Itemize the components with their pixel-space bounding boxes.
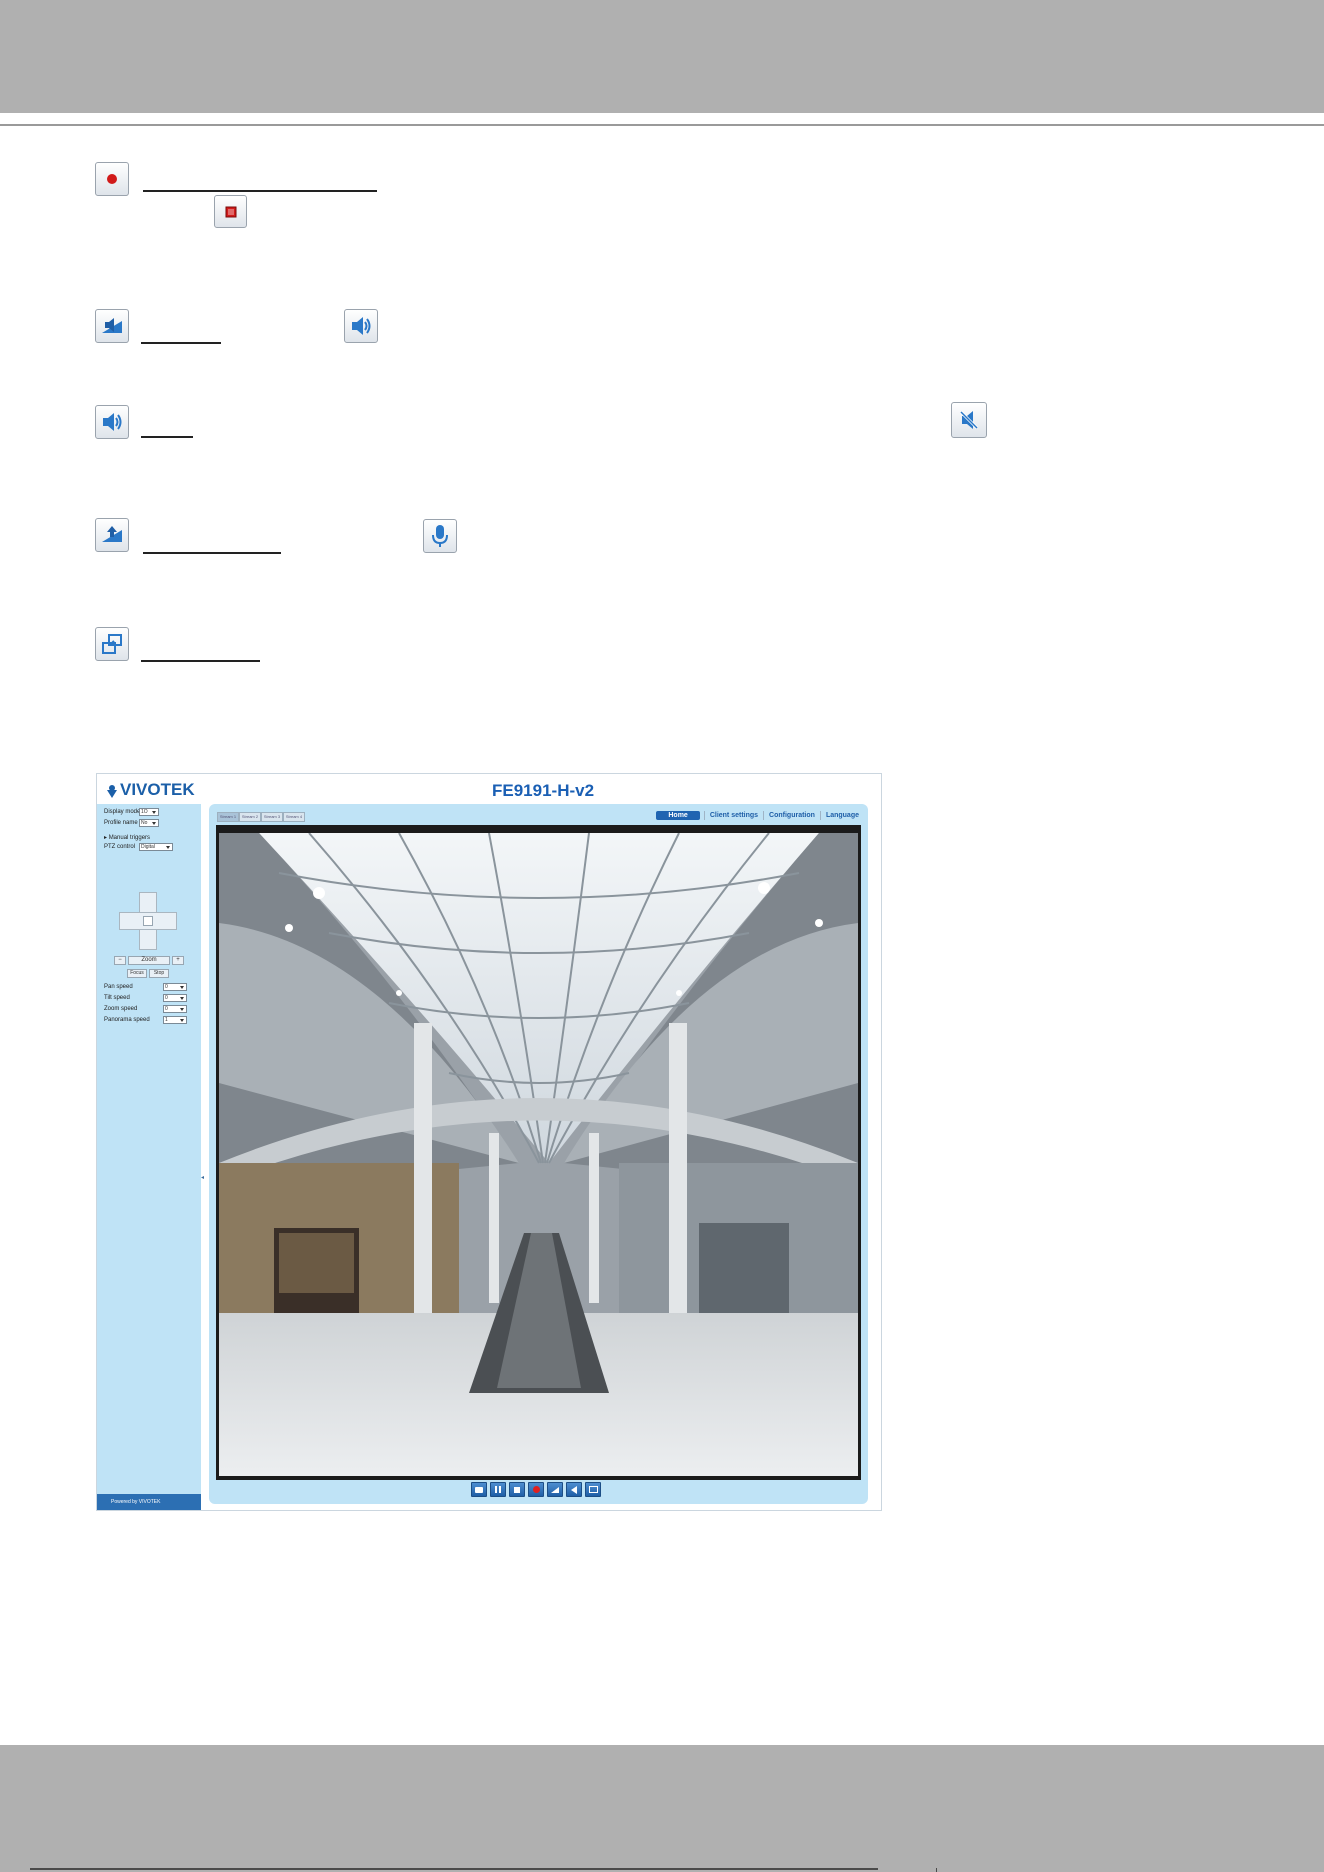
pause-icon[interactable] (490, 1482, 506, 1497)
profile-name-select[interactable]: No (139, 819, 159, 827)
ptz-control-select[interactable]: Digital (139, 843, 173, 851)
panorama-speed-label: Panorama speed (104, 1017, 150, 1023)
tab-stream-2[interactable]: Stream 2 (239, 812, 261, 822)
zoom-in-button[interactable]: + (172, 956, 184, 965)
profile-name-label: Profile name (104, 820, 138, 826)
profile-name-value: No (141, 820, 148, 826)
speaker-icon[interactable] (95, 405, 129, 439)
fullscreen-icon[interactable] (585, 1482, 601, 1497)
fullscreen-icon[interactable] (95, 627, 129, 661)
zoom-speed-select[interactable]: 0 (163, 1005, 187, 1013)
record-icon[interactable] (528, 1482, 544, 1497)
display-mode-label: Display mode (104, 809, 141, 815)
tilt-speed-label: Tilt speed (104, 995, 130, 1001)
volume-underline (141, 342, 221, 344)
panorama-speed-value: 1 (165, 1017, 168, 1023)
mute-underline (141, 436, 193, 438)
display-mode-value: 1O (141, 809, 148, 815)
speaker-icon[interactable] (566, 1482, 582, 1497)
zoom-out-button[interactable]: − (114, 956, 126, 965)
talk-icon[interactable] (95, 518, 129, 552)
zoom-speed-value: 0 (165, 1006, 168, 1012)
camera-model-title: FE9191-H-v2 (492, 781, 595, 800)
nav-separator (703, 811, 705, 820)
panorama-speed-select[interactable]: 1 (163, 1016, 187, 1024)
display-mode-select[interactable]: 1O (139, 808, 159, 816)
pan-speed-value: 0 (165, 984, 168, 990)
ptz-control-label: PTZ control (104, 844, 136, 850)
header-rule (0, 124, 1324, 126)
live-video-viewer[interactable] (216, 825, 861, 1480)
ptz-direction-pad[interactable] (119, 892, 177, 950)
fisheye-video-image (219, 833, 858, 1476)
tab-stream-4[interactable]: Stream 4 (283, 812, 305, 822)
tab-stream-3[interactable]: Stream 3 (261, 812, 283, 822)
record-icon[interactable] (95, 162, 129, 196)
volume-down-icon[interactable] (95, 309, 129, 343)
speaker-icon[interactable] (344, 309, 378, 343)
nav-client-settings[interactable]: Client settings (709, 812, 759, 819)
tilt-speed-select[interactable]: 0 (163, 994, 187, 1002)
live-video-frame[interactable] (219, 833, 858, 1476)
brand-name: VIVOTEK (120, 780, 195, 799)
footer-rule-tick (936, 1868, 937, 1872)
ptz-home-button[interactable] (143, 916, 153, 926)
nav-home[interactable]: Home (656, 811, 700, 820)
snapshot-icon[interactable] (471, 1482, 487, 1497)
zoom-bar: − Zoom + (114, 956, 184, 965)
volume-icon[interactable] (547, 1482, 563, 1497)
zoom-label: Zoom (128, 956, 170, 965)
speaker-muted-icon[interactable] (951, 402, 987, 438)
vivotek-logo-mark (107, 783, 117, 798)
nav-language[interactable]: Language (825, 812, 860, 819)
nav-separator (819, 811, 821, 820)
footer-band (0, 1745, 1324, 1872)
zoom-speed-label: Zoom speed (104, 1006, 138, 1012)
record-underline (143, 190, 377, 192)
video-control-bar (471, 1482, 601, 1497)
vivotek-logo: VIVOTEK (107, 780, 195, 800)
pan-speed-select[interactable]: 0 (163, 983, 187, 991)
powered-by-footer: Powered by VIVOTEK (97, 1494, 201, 1510)
tab-stream-1[interactable]: Stream 1 (217, 812, 239, 822)
header-band (0, 0, 1324, 113)
nav-configuration[interactable]: Configuration (768, 812, 816, 819)
fullscreen-underline (141, 660, 260, 662)
stop-record-icon[interactable] (214, 195, 247, 228)
left-control-panel: Display mode 1O Profile name No ▸ Manual… (97, 804, 201, 1510)
main-view-panel: Stream 1 Stream 2 Stream 3 Stream 4 Home… (209, 804, 868, 1504)
tilt-speed-value: 0 (165, 995, 168, 1001)
top-navigation: Home Client settings Configuration Langu… (656, 811, 860, 820)
pan-speed-label: Pan speed (104, 984, 133, 990)
collapse-panel-arrow[interactable]: ◂ (201, 1174, 204, 1181)
microphone-icon[interactable] (423, 519, 457, 553)
nav-separator (763, 811, 765, 820)
stop-button[interactable]: Stop (149, 969, 169, 978)
manual-triggers-toggle[interactable]: ▸ Manual triggers (104, 834, 150, 841)
ptz-control-value: Digital (141, 844, 155, 850)
camera-web-ui-screenshot: VIVOTEK FE9191-H-v2 Display mode 1O Prof… (96, 773, 882, 1511)
stream-tabs: Stream 1 Stream 2 Stream 3 Stream 4 (217, 812, 305, 822)
talk-underline (143, 552, 281, 554)
footer-rule (30, 1868, 878, 1870)
focus-button[interactable]: Focus (127, 969, 147, 978)
manual-triggers-label: Manual triggers (108, 835, 151, 841)
stop-icon[interactable] (509, 1482, 525, 1497)
